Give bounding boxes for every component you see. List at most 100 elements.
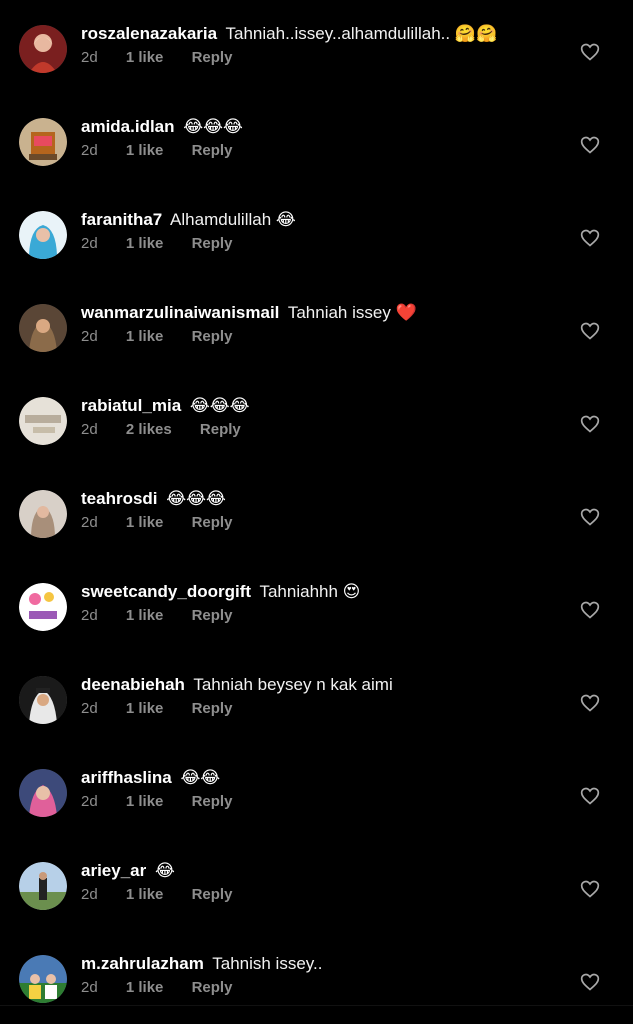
comment-username[interactable]: roszalenazakaria xyxy=(81,24,217,43)
comment-username[interactable]: ariffhaslina xyxy=(81,768,172,787)
reply-button[interactable]: Reply xyxy=(192,49,233,66)
comment-username[interactable]: amida.idlan xyxy=(81,117,175,136)
comment-text: Tahniah beysey n kak aimi xyxy=(193,675,393,694)
heart-outline-icon[interactable] xyxy=(580,879,600,899)
reply-button[interactable]: Reply xyxy=(192,793,233,810)
comment-emoji: 🤗🤗 xyxy=(454,24,498,44)
comment-likes[interactable]: 2 likes xyxy=(126,421,172,438)
comment-text: Alhamdulillah xyxy=(170,210,272,229)
comment-item: sweetcandy_doorgift Tahniahhh 😍 2d 1 lik… xyxy=(0,579,633,672)
reply-button[interactable]: Reply xyxy=(192,328,233,345)
comment-likes[interactable]: 1 like xyxy=(126,886,164,903)
comment-username[interactable]: deenabiehah xyxy=(81,675,185,694)
comment-body: sweetcandy_doorgift Tahniahhh 😍 xyxy=(81,579,563,605)
comment-username[interactable]: faranitha7 xyxy=(81,210,162,229)
reply-button[interactable]: Reply xyxy=(192,979,233,996)
comment-username[interactable]: rabiatul_mia xyxy=(81,396,181,415)
comment-emoji: 😂😂 xyxy=(180,768,221,788)
comment-item: wanmarzulinaiwanismail Tahniah issey ❤️ … xyxy=(0,300,633,393)
comment-item: rabiatul_mia 😂😂😂 2d 2 likes Reply xyxy=(0,393,633,486)
reply-button[interactable]: Reply xyxy=(200,421,241,438)
comment-emoji: 😂😂😂 xyxy=(189,396,250,416)
avatar[interactable] xyxy=(19,118,67,166)
heart-outline-icon[interactable] xyxy=(580,42,600,62)
comment-age: 2d xyxy=(81,607,98,624)
avatar[interactable] xyxy=(19,955,67,1003)
avatar[interactable] xyxy=(19,583,67,631)
comment-meta: 2d 1 like Reply xyxy=(81,885,256,905)
comment-likes[interactable]: 1 like xyxy=(126,49,164,66)
comment-age: 2d xyxy=(81,700,98,717)
avatar[interactable] xyxy=(19,304,67,352)
comment-age: 2d xyxy=(81,235,98,252)
heart-outline-icon[interactable] xyxy=(580,972,600,992)
heart-outline-icon[interactable] xyxy=(580,600,600,620)
comment-likes[interactable]: 1 like xyxy=(126,793,164,810)
comment-meta: 2d 1 like Reply xyxy=(81,234,256,254)
comment-username[interactable]: teahrosdi xyxy=(81,489,158,508)
comment-likes[interactable]: 1 like xyxy=(126,700,164,717)
comment-age: 2d xyxy=(81,142,98,159)
comment-item: teahrosdi 😂😂😂 2d 1 like Reply xyxy=(0,486,633,579)
comment-age: 2d xyxy=(81,793,98,810)
comment-meta: 2d 1 like Reply xyxy=(81,48,256,68)
heart-outline-icon[interactable] xyxy=(580,135,600,155)
comment-text: Tahnish issey.. xyxy=(212,954,323,973)
comment-text: Tahniah..issey..alhamdulillah.. xyxy=(225,24,451,43)
comment-emoji: 😂 xyxy=(154,861,175,881)
comment-username[interactable]: m.zahrulazham xyxy=(81,954,204,973)
comment-body: m.zahrulazham Tahnish issey.. xyxy=(81,951,563,977)
comment-likes[interactable]: 1 like xyxy=(126,235,164,252)
comment-likes[interactable]: 1 like xyxy=(126,142,164,159)
comment-meta: 2d 2 likes Reply xyxy=(81,420,265,440)
comment-body: faranitha7 Alhamdulillah 😂 xyxy=(81,207,563,233)
comment-item: deenabiehah Tahniah beysey n kak aimi 2d… xyxy=(0,672,633,765)
comment-item: ariey_ar 😂 2d 1 like Reply xyxy=(0,858,633,951)
comment-body: rabiatul_mia 😂😂😂 xyxy=(81,393,563,419)
comment-username[interactable]: wanmarzulinaiwanismail xyxy=(81,303,279,322)
comment-emoji: 😂 xyxy=(275,210,296,230)
reply-button[interactable]: Reply xyxy=(192,235,233,252)
comment-body: amida.idlan 😂😂😂 xyxy=(81,114,563,140)
comment-age: 2d xyxy=(81,886,98,903)
avatar[interactable] xyxy=(19,490,67,538)
reply-button[interactable]: Reply xyxy=(192,607,233,624)
comment-item: amida.idlan 😂😂😂 2d 1 like Reply xyxy=(0,114,633,207)
comment-emoji: ❤️ xyxy=(395,303,417,323)
comment-likes[interactable]: 1 like xyxy=(126,328,164,345)
avatar[interactable] xyxy=(19,25,67,73)
comment-meta: 2d 1 like Reply xyxy=(81,606,256,626)
avatar[interactable] xyxy=(19,862,67,910)
comment-age: 2d xyxy=(81,328,98,345)
comment-meta: 2d 1 like Reply xyxy=(81,513,256,533)
comment-item: roszalenazakaria Tahniah..issey..alhamdu… xyxy=(0,21,633,114)
comment-likes[interactable]: 1 like xyxy=(126,979,164,996)
avatar[interactable] xyxy=(19,211,67,259)
comment-age: 2d xyxy=(81,421,98,438)
comment-emoji: 😂😂😂 xyxy=(183,117,243,137)
comment-likes[interactable]: 1 like xyxy=(126,514,164,531)
reply-button[interactable]: Reply xyxy=(192,700,233,717)
heart-outline-icon[interactable] xyxy=(580,693,600,713)
heart-outline-icon[interactable] xyxy=(580,228,600,248)
comment-username[interactable]: sweetcandy_doorgift xyxy=(81,582,251,601)
comment-body: roszalenazakaria Tahniah..issey..alhamdu… xyxy=(81,21,563,47)
comment-likes[interactable]: 1 like xyxy=(126,607,164,624)
avatar[interactable] xyxy=(19,676,67,724)
comment-emoji: 😍 xyxy=(342,582,361,602)
heart-outline-icon[interactable] xyxy=(580,786,600,806)
comment-age: 2d xyxy=(81,514,98,531)
avatar[interactable] xyxy=(19,397,67,445)
heart-outline-icon[interactable] xyxy=(580,507,600,527)
comment-body: wanmarzulinaiwanismail Tahniah issey ❤️ xyxy=(81,300,563,326)
reply-button[interactable]: Reply xyxy=(192,886,233,903)
comment-meta: 2d 1 like Reply xyxy=(81,978,256,998)
reply-button[interactable]: Reply xyxy=(192,142,233,159)
avatar[interactable] xyxy=(19,769,67,817)
comment-username[interactable]: ariey_ar xyxy=(81,861,146,880)
heart-outline-icon[interactable] xyxy=(580,321,600,341)
heart-outline-icon[interactable] xyxy=(580,414,600,434)
comment-item: ariffhaslina 😂😂 2d 1 like Reply xyxy=(0,765,633,858)
comment-text: Tahniahhh xyxy=(259,582,338,601)
reply-button[interactable]: Reply xyxy=(192,514,233,531)
